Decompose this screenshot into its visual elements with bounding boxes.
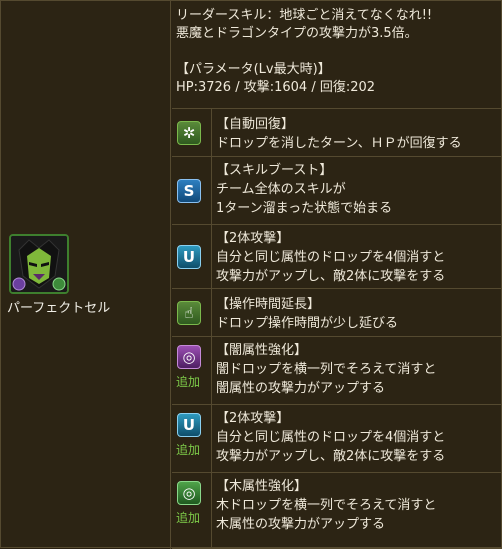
awakening-icon-cell: ☝ [172,289,212,336]
awakening-row: ◎ 追加 【闇属性強化】闇ドロップを横一列でそろえて消すと 闇属性の攻撃力がアップする [172,337,502,405]
awakening-description: 攻撃力がアップし、敵2体に攻撃をする [216,449,446,464]
leader-skill-description: 悪魔とドラゴンタイプの攻撃力が3.5倍。 [176,26,418,41]
wood-row-enhance-icon[interactable]: ◎ [177,481,201,505]
awakening-description: ドロップ操作時間が少し延びる [216,316,399,331]
awakening-row: U 追加 【2体攻撃】自分と同じ属性のドロップを4個消すと 攻撃力がアップし、敵2体に… [172,405,502,473]
monster-detail-table: パーフェクトセル リーダースキル：地球ごと消えてなくなれ!! 悪魔とドラゴンタイ… [0,0,502,549]
awakening-title: 【2体攻撃】 [216,411,290,426]
awakening-description: 自分と同じ属性のドロップを4個消すと [216,250,446,265]
awakening-text: 【闇属性強化】闇ドロップを横一列でそろえて消すと 闇属性の攻撃力がアップする [216,341,436,398]
two-pronged-attack-icon[interactable]: U [177,413,201,437]
awakening-icon-cell: U 追加 [172,405,212,472]
awakening-icon-cell: U [172,225,212,288]
awakening-row: S 【スキルブースト】 チーム全体のスキルが 1ターン溜まった状態で始まる [172,157,502,225]
awakening-description: 1ターン溜まった状態で始まる [216,201,393,216]
auto-heal-icon[interactable]: ✲ [177,121,201,145]
super-awakening-label: 追加 [176,511,201,525]
awakening-description: ドロップを消したターン、ＨＰが回復する [216,136,462,151]
awakening-text: 【自動回復】ドロップを消したターン、ＨＰが回復する [216,115,462,153]
monster-name: パーフェクトセル [7,301,111,316]
awakening-text: 【スキルブースト】 チーム全体のスキルが 1ターン溜まった状態で始まる [216,161,392,218]
super-awakening-label: 追加 [176,443,201,457]
awakening-text: 【木属性強化】木ドロップを横一列でそろえて消すと 木属性の攻撃力がアップする [216,477,436,534]
awakening-description: 闇属性の攻撃力がアップする [216,381,386,396]
awakening-icon-cell: ◎ 追加 [172,473,212,548]
time-extend-icon[interactable]: ☝ [177,301,201,325]
skill-boost-icon[interactable]: S [177,179,201,203]
awakening-icon-cell: ✲ [172,109,212,156]
awakening-text: 【操作時間延長】ドロップ操作時間が少し延びる [216,295,398,333]
params-values: HP:3726 / 攻撃:1604 / 回復:202 [176,80,376,95]
monster-cell: パーフェクトセル [1,1,171,549]
awakening-description: 攻撃力がアップし、敵2体に攻撃をする [216,269,446,284]
two-pronged-attack-icon[interactable]: U [177,245,201,269]
awakening-title: 【自動回復】 [216,117,295,132]
super-awakening-label: 追加 [176,375,201,389]
awakening-title: 【操作時間延長】 [216,297,321,312]
awakening-description: 木属性の攻撃力がアップする [216,517,386,532]
perfect-cell-portrait-icon[interactable] [9,234,69,294]
awakening-title: 【闇属性強化】 [216,343,308,358]
awakening-description: 闇ドロップを横一列でそろえて消すと [216,362,437,377]
awakening-row: ✲ 【自動回復】ドロップを消したターン、ＨＰが回復する [172,109,502,157]
awakening-description: チーム全体のスキルが [216,182,346,197]
awakening-title: 【スキルブースト】 [216,163,333,178]
awakening-title: 【2体攻撃】 [216,231,290,246]
awakening-title: 【木属性強化】 [216,479,308,494]
awakening-icon-cell: ◎ 追加 [172,337,212,404]
leader-skill-cell: リーダースキル：地球ごと消えてなくなれ!! 悪魔とドラゴンタイプの攻撃力が3.5… [172,1,502,109]
awakening-description: 木ドロップを横一列でそろえて消すと [216,498,437,513]
awakening-row: ☝ 【操作時間延長】ドロップ操作時間が少し延びる [172,289,502,337]
awakening-row: U 【2体攻撃】自分と同じ属性のドロップを4個消すと 攻撃力がアップし、敵2体に攻撃… [172,225,502,289]
leader-skill-title: リーダースキル：地球ごと消えてなくなれ!! [176,8,433,23]
dark-row-enhance-icon[interactable]: ◎ [177,345,201,369]
params-header: 【パラメータ(Lv最大時)】 [176,62,331,77]
awakening-row: ◎ 追加 【木属性強化】木ドロップを横一列でそろえて消すと 木属性の攻撃力がアップする [172,473,502,549]
awakening-text: 【2体攻撃】自分と同じ属性のドロップを4個消すと 攻撃力がアップし、敵2体に攻撃を… [216,229,445,286]
awakening-text: 【2体攻撃】自分と同じ属性のドロップを4個消すと 攻撃力がアップし、敵2体に攻撃を… [216,409,445,466]
awakening-icon-cell: S [172,157,212,224]
awakening-description: 自分と同じ属性のドロップを4個消すと [216,430,446,445]
